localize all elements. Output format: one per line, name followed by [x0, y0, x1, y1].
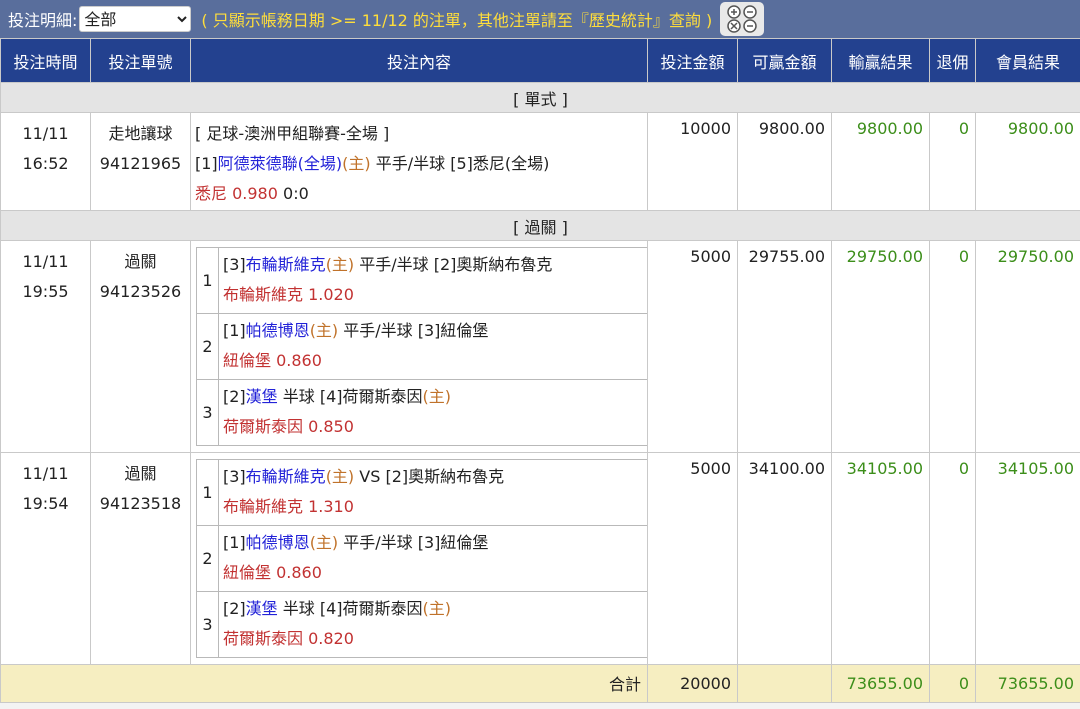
team-link[interactable]: 漢堡	[246, 387, 278, 406]
member-result: 34105.00	[975, 452, 1080, 665]
bet-time: 11/11 16:52	[0, 112, 91, 211]
col-result: 輸贏結果	[831, 38, 930, 83]
parlay-legs: 1 [3]布輪斯維克(主) VS [2]奧斯納布魯克 布輪斯維克 1.310 2 …	[196, 459, 648, 658]
member-result: 9800.00	[975, 112, 1080, 211]
stake: 5000	[647, 452, 738, 665]
section-parlay: [ 過關 ]	[0, 210, 1080, 241]
col-bet-content: 投注內容	[190, 38, 648, 83]
parlay-legs: 1 [3]布輪斯維克(主) 平手/半球 [2]奧斯納布魯克 布輪斯維克 1.020…	[196, 247, 648, 446]
total-win	[737, 664, 832, 703]
col-stake: 投注金額	[647, 38, 738, 83]
win: 34100.00	[737, 452, 832, 665]
team-link[interactable]: 布輪斯維克	[246, 467, 326, 486]
table-row: 11/11 19:54 過關 94123518 1 [3]布輪斯維克(主) VS […	[0, 452, 1080, 665]
rebate: 0	[929, 240, 976, 453]
bet-content: 1 [3]布輪斯維克(主) VS [2]奧斯納布魯克 布輪斯維克 1.310 2 …	[190, 452, 648, 665]
total-row: 合計 20000 73655.00 0 73655.00	[0, 664, 1080, 703]
bet-time: 11/11 19:55	[0, 240, 91, 453]
result: 9800.00	[831, 112, 930, 211]
table-row: 11/11 19:55 過關 94123526 1 [3]布輪斯維克(主) 平手/半…	[0, 240, 1080, 453]
total-result: 73655.00	[831, 664, 930, 703]
bet-id: 走地讓球 94121965	[90, 112, 191, 211]
list-item: 2 [1]帕德博恩(主) 平手/半球 [3]紐倫堡 紐倫堡 0.860	[196, 525, 648, 592]
bet-content: 1 [3]布輪斯維克(主) 平手/半球 [2]奧斯納布魯克 布輪斯維克 1.020…	[190, 240, 648, 453]
bet-id: 過關 94123518	[90, 452, 191, 665]
col-bet-id: 投注單號	[90, 38, 191, 83]
section-single-label: [ 單式 ]	[0, 82, 1080, 113]
list-item: 1 [3]布輪斯維克(主) VS [2]奧斯納布魯克 布輪斯維克 1.310	[196, 459, 648, 526]
stake: 5000	[647, 240, 738, 453]
team-link[interactable]: 漢堡	[246, 599, 278, 618]
team-link[interactable]: 帕德博恩	[246, 321, 310, 340]
col-rebate: 退佣	[929, 38, 976, 83]
section-parlay-label: [ 過關 ]	[0, 210, 1080, 241]
col-win: 可贏金額	[737, 38, 832, 83]
calculator-icon[interactable]	[720, 2, 765, 36]
total-rebate: 0	[929, 664, 976, 703]
bet-filter-select[interactable]: 全部	[79, 6, 192, 32]
bet-time: 11/11 19:54	[0, 452, 91, 665]
team-link[interactable]: 布輪斯維克	[246, 255, 326, 274]
total-label: 合計	[0, 664, 648, 703]
total-member: 73655.00	[975, 664, 1080, 703]
stake: 10000	[647, 112, 738, 211]
list-item: 3 [2]漢堡 半球 [4]荷爾斯泰因(主) 荷爾斯泰因 0.850	[196, 379, 648, 446]
total-stake: 20000	[647, 664, 738, 703]
col-member: 會員結果	[975, 38, 1080, 83]
bet-id: 過關 94123526	[90, 240, 191, 453]
filter-label: 投注明細:	[8, 11, 78, 30]
rebate: 0	[929, 112, 976, 211]
list-item: 3 [2]漢堡 半球 [4]荷爾斯泰因(主) 荷爾斯泰因 0.820	[196, 591, 648, 658]
col-bet-time: 投注時間	[0, 38, 91, 83]
team-link[interactable]: 帕德博恩	[246, 533, 310, 552]
rebate: 0	[929, 452, 976, 665]
bet-content: [ 足球-澳洲甲組聯賽-全場 ] [1]阿德萊德聯(全場)(主) 平手/半球 […	[190, 112, 648, 211]
win: 29755.00	[737, 240, 832, 453]
member-result: 29750.00	[975, 240, 1080, 453]
home-team-link[interactable]: 阿德萊德聯(全場)	[218, 154, 343, 173]
header-row: 投注時間 投注單號 投注內容 投注金額 可贏金額 輸贏結果 退佣 會員結果	[0, 38, 1080, 83]
result: 29750.00	[831, 240, 930, 453]
filter-note: ( 只顯示帳務日期 >= 11/12 的注單，其他注單請至『歷史統計』查詢 )	[201, 11, 713, 30]
win: 9800.00	[737, 112, 832, 211]
section-single: [ 單式 ]	[0, 82, 1080, 113]
result: 34105.00	[831, 452, 930, 665]
filter-bar: 投注明細: 全部 ( 只顯示帳務日期 >= 11/12 的注單，其他注單請至『歷…	[0, 0, 1080, 38]
table-row: 11/11 16:52 走地讓球 94121965 [ 足球-澳洲甲組聯賽-全場 ]…	[0, 112, 1080, 211]
list-item: 1 [3]布輪斯維克(主) 平手/半球 [2]奧斯納布魯克 布輪斯維克 1.020	[196, 247, 648, 314]
list-item: 2 [1]帕德博恩(主) 平手/半球 [3]紐倫堡 紐倫堡 0.860	[196, 313, 648, 380]
bet-table: 投注時間 投注單號 投注內容 投注金額 可贏金額 輸贏結果 退佣 會員結果 [ …	[0, 38, 1080, 703]
